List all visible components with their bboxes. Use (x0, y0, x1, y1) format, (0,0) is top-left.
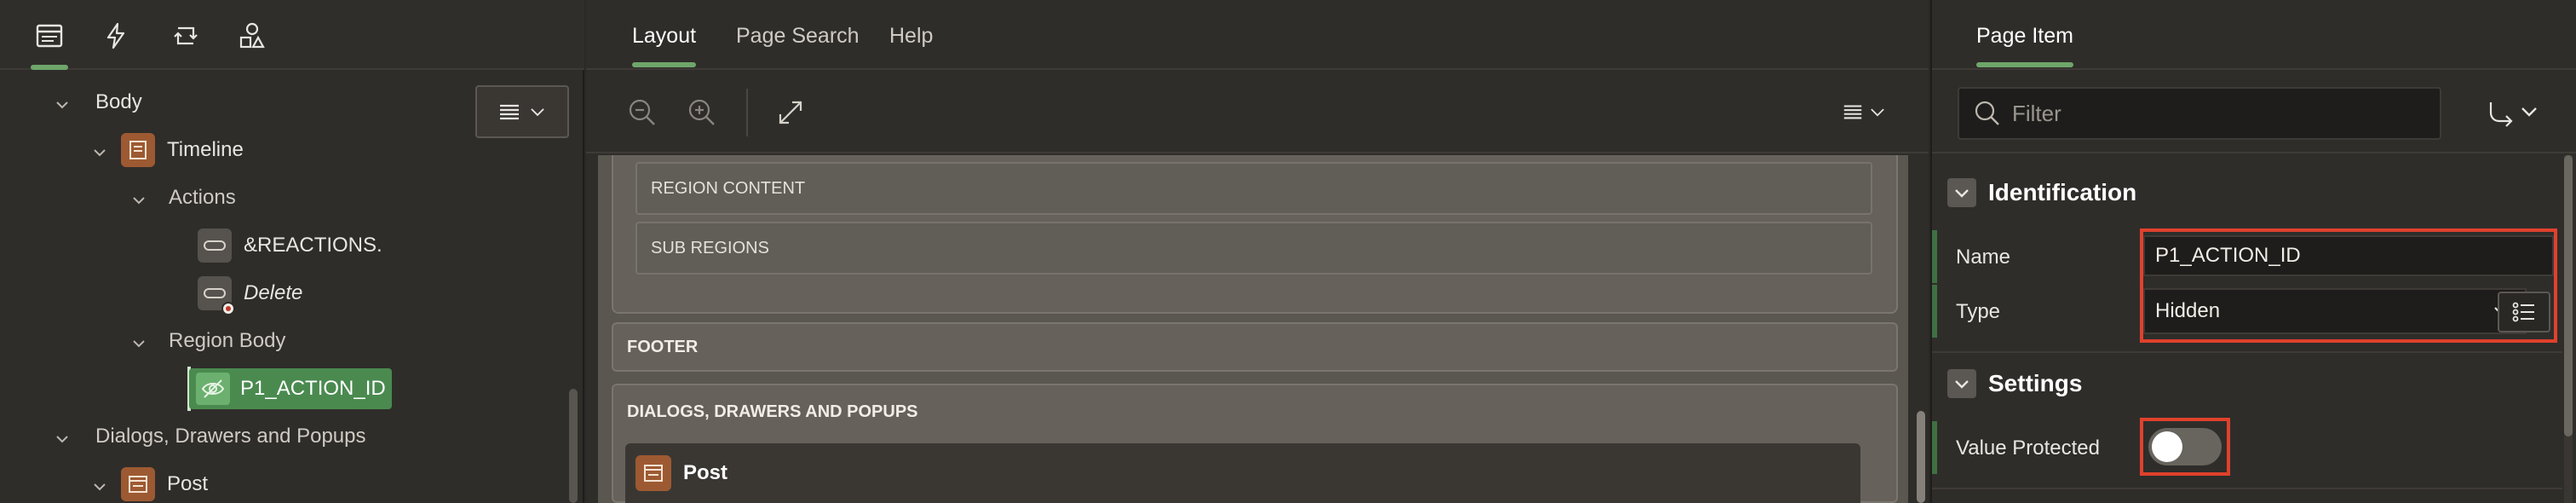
region-content-slot[interactable]: REGION CONTENT (635, 162, 1872, 215)
dynamic-actions-icon (106, 22, 125, 49)
filter-input[interactable] (2012, 100, 2421, 127)
filter-field[interactable] (1958, 87, 2441, 140)
settings-title: Settings (1988, 370, 2083, 396)
property-editor-panel: Page Item Identification Name P1_ACTION_… (1930, 0, 2576, 503)
rendering-tree-icon (36, 24, 63, 48)
shared-components-icon (239, 22, 265, 49)
tree-node-delete-button[interactable]: Delete (198, 271, 302, 315)
tree-label-delete: Delete (244, 281, 303, 304)
section-divider (1932, 488, 2562, 489)
zoom-in-icon (688, 99, 715, 125)
tree-node-timeline[interactable]: Timeline (89, 128, 244, 172)
chevron-down-icon[interactable] (55, 95, 70, 110)
rendering-tree-panel: Body Timeline Actions &REACTIONS. Delete… (0, 0, 584, 503)
section-divider (1932, 351, 2562, 353)
identification-title: Identification (1988, 179, 2137, 205)
name-label: Name (1956, 246, 2011, 269)
dialogs-slot-label: DIALOGS, DRAWERS AND POPUPS (627, 402, 918, 421)
tab-page-item[interactable]: Page Item (1976, 24, 2073, 67)
chevron-down-icon (2521, 107, 2537, 117)
chevron-down-icon (1871, 108, 1884, 117)
processing-icon (174, 26, 198, 45)
left-tab-bar (0, 0, 584, 70)
hidden-item-icon (196, 373, 230, 405)
tree-node-post[interactable]: Post (89, 462, 208, 503)
tree-menu-button[interactable] (475, 85, 569, 138)
type-label: Type (1956, 300, 2001, 323)
tree-node-reactions-button[interactable]: &REACTIONS. (198, 223, 382, 268)
tree-node-body[interactable]: Body (51, 80, 142, 124)
go-to-group-icon (2489, 102, 2513, 127)
dynamic-actions-tab[interactable] (97, 17, 135, 55)
rendering-tab[interactable] (31, 17, 68, 70)
identification-highlight-box (2140, 228, 2557, 343)
layout-toolbar (586, 72, 1929, 153)
chevron-down-icon[interactable] (55, 429, 70, 444)
post-dialog-region[interactable]: Post (625, 443, 1860, 503)
chevron-down-icon[interactable] (131, 333, 147, 349)
sub-regions-slot[interactable]: SUB REGIONS (635, 222, 1872, 275)
layout-scrollbar[interactable] (1917, 411, 1925, 503)
timeline-region-box[interactable]: REGION CONTENT SUB REGIONS (612, 155, 1898, 314)
tree-node-actions[interactable]: Actions (128, 176, 236, 220)
settings-section-header[interactable]: Settings (1947, 361, 2082, 406)
go-to-group-button[interactable] (2486, 99, 2539, 128)
value-protected-label: Value Protected (1956, 437, 2100, 460)
toolbar-divider (746, 89, 748, 136)
chevron-down-icon (531, 108, 544, 117)
center-tab-bar: Layout Page Search Help (586, 0, 1929, 70)
collapse-icon[interactable] (1947, 178, 1976, 207)
hamburger-menu-icon (1843, 105, 1862, 119)
zoom-in-button[interactable] (685, 95, 719, 130)
chevron-down-icon[interactable] (92, 142, 107, 158)
hamburger-menu-icon (500, 104, 519, 120)
tree-label-dialogs: Dialogs, Drawers and Popups (95, 425, 366, 448)
layout-menu-button[interactable] (1842, 101, 1886, 123)
button-icon (198, 228, 232, 263)
value-protected-property-row: Value Protected (1932, 421, 2554, 474)
tab-help[interactable]: Help (889, 24, 933, 49)
region-icon (121, 133, 155, 167)
tab-layout[interactable]: Layout (632, 24, 697, 67)
tree-label-p1-action-id: P1_ACTION_ID (240, 377, 386, 400)
tree-label-post: Post (167, 472, 209, 495)
zoom-out-button[interactable] (625, 95, 659, 130)
chevron-down-icon[interactable] (131, 190, 147, 205)
tree-label-region-body: Region Body (169, 329, 286, 352)
layout-panel: Layout Page Search Help REGION CONTENT S… (586, 0, 1929, 503)
value-protected-highlight-box (2140, 418, 2230, 476)
tree-node-dialogs[interactable]: Dialogs, Drawers and Popups (51, 414, 366, 459)
tree-node-p1-action-id[interactable]: P1_ACTION_ID (189, 368, 392, 409)
identification-section-header[interactable]: Identification (1947, 171, 2136, 215)
tree-label-body: Body (95, 90, 142, 113)
search-icon (1975, 101, 1999, 125)
expand-button[interactable] (773, 95, 808, 130)
button-conditional-icon (198, 276, 235, 315)
tree-scrollbar[interactable] (569, 389, 578, 503)
property-toolbar (1932, 72, 2576, 153)
dialog-region-icon (635, 455, 671, 491)
right-tab-bar: Page Item (1932, 0, 2576, 70)
post-region-label: Post (683, 461, 728, 484)
shared-components-tab[interactable] (233, 17, 271, 55)
zoom-out-icon (629, 99, 655, 125)
tree-node-region-body[interactable]: Region Body (128, 319, 285, 363)
property-scrollbar[interactable] (2564, 155, 2573, 503)
dialog-region-icon (121, 467, 155, 501)
processing-tab[interactable] (167, 17, 204, 55)
tree-label-reactions: &REACTIONS. (244, 234, 382, 257)
collapse-icon[interactable] (1947, 369, 1976, 398)
tab-page-search[interactable]: Page Search (736, 24, 860, 49)
tree-label-timeline: Timeline (167, 138, 244, 161)
tree-label-actions: Actions (169, 186, 236, 209)
chevron-down-icon[interactable] (92, 477, 107, 492)
footer-slot[interactable]: FOOTER (612, 322, 1898, 372)
expand-icon (779, 101, 802, 124)
